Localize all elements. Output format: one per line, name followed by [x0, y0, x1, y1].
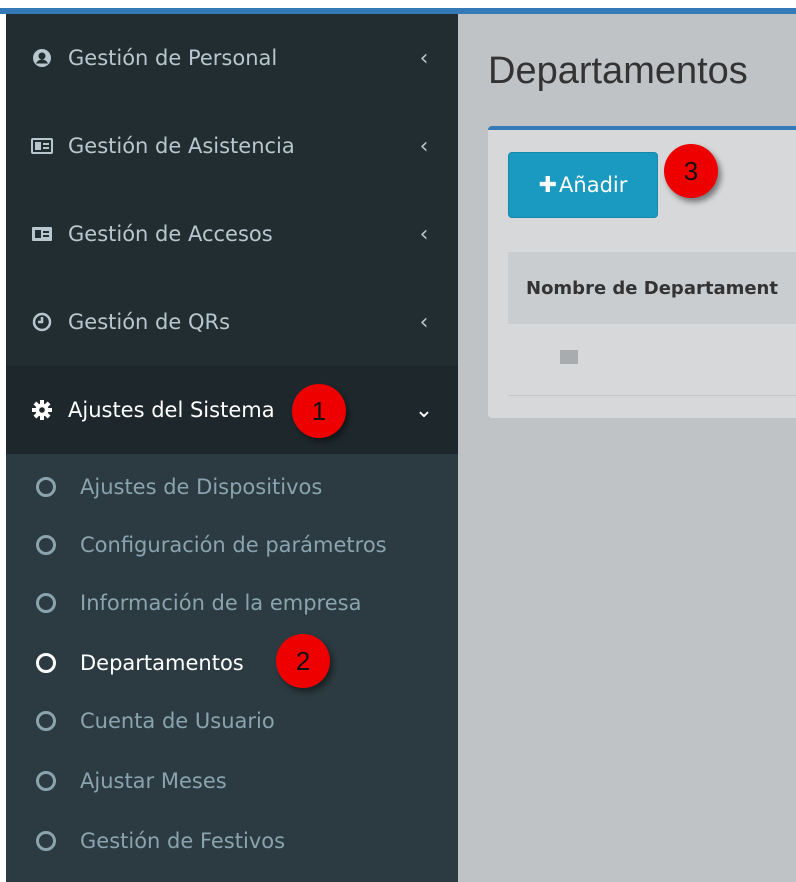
sidebar: Gestión de Personal ‹ Gestión de Asisten… [6, 14, 458, 882]
step-badge-3: 3 [664, 144, 718, 198]
chevron-left-icon: ‹ [419, 133, 429, 159]
circle-icon [36, 771, 56, 791]
sidebar-item-personal[interactable]: Gestión de Personal ‹ [6, 14, 458, 102]
gear-icon [30, 398, 54, 422]
submenu-item-parametros[interactable]: Configuración de parámetros [6, 516, 458, 574]
chevron-down-icon: ⌄ [414, 397, 434, 423]
submenu-ajustes: Ajustes de Dispositivos Configuración de… [6, 454, 458, 882]
sidebar-item-asistencia[interactable]: Gestión de Asistencia ‹ [6, 102, 458, 190]
top-bar [0, 0, 796, 8]
main-content: Departamentos ✚ Añadir Nombre de Departa… [458, 14, 796, 882]
step-badge-1: 1 [292, 384, 346, 438]
submenu-item-label: Información de la empresa [80, 591, 362, 615]
sidebar-item-ajustes[interactable]: Ajustes del Sistema ⌄ [6, 366, 458, 454]
step-badge-2: 2 [276, 634, 330, 688]
submenu-item-label: Cuenta de Usuario [80, 709, 275, 733]
submenu-item-meses[interactable]: Ajustar Meses [6, 752, 458, 810]
page-title: Departamentos [488, 50, 748, 92]
sidebar-item-label: Ajustes del Sistema [68, 398, 275, 422]
clock-icon [30, 310, 54, 334]
sidebar-item-label: Gestión de Personal [68, 46, 278, 70]
table-row[interactable] [508, 324, 796, 396]
circle-icon [36, 653, 56, 673]
sidebar-item-label: Gestión de Accesos [68, 222, 273, 246]
circle-icon [36, 535, 56, 555]
submenu-item-dispositivos[interactable]: Ajustes de Dispositivos [6, 458, 458, 516]
add-button-label: Añadir [559, 173, 628, 197]
chevron-left-icon: ‹ [419, 221, 429, 247]
submenu-item-festivos[interactable]: Gestión de Festivos [6, 812, 458, 870]
submenu-item-label: Gestión de Festivos [80, 829, 286, 853]
user-circle-icon [30, 46, 54, 70]
departments-box: ✚ Añadir Nombre de Departament [488, 126, 796, 418]
submenu-item-label: Ajustar Meses [80, 769, 227, 793]
id-card-icon [30, 134, 54, 158]
id-card-icon [30, 222, 54, 246]
circle-icon [36, 711, 56, 731]
circle-icon [36, 831, 56, 851]
table-header-nombre[interactable]: Nombre de Departament [508, 252, 796, 324]
departments-table: Nombre de Departament [508, 252, 796, 396]
submenu-item-empresa[interactable]: Información de la empresa [6, 574, 458, 632]
add-button[interactable]: ✚ Añadir [508, 152, 658, 218]
sidebar-item-label: Gestión de Asistencia [68, 134, 295, 158]
circle-icon [36, 477, 56, 497]
submenu-item-cuenta[interactable]: Cuenta de Usuario [6, 692, 458, 750]
submenu-item-label: Ajustes de Dispositivos [80, 475, 323, 499]
sidebar-item-qrs[interactable]: Gestión de QRs ‹ [6, 278, 458, 366]
submenu-item-label: Configuración de parámetros [80, 533, 387, 557]
chevron-left-icon: ‹ [419, 309, 429, 335]
sidebar-item-label: Gestión de QRs [68, 310, 231, 334]
circle-icon [36, 593, 56, 613]
plus-icon: ✚ [538, 172, 558, 198]
redacted-cell [560, 350, 578, 364]
sidebar-item-accesos[interactable]: Gestión de Accesos ‹ [6, 190, 458, 278]
submenu-item-departamentos[interactable]: Departamentos [6, 634, 458, 692]
chevron-left-icon: ‹ [419, 45, 429, 71]
submenu-item-label: Departamentos [80, 651, 244, 675]
